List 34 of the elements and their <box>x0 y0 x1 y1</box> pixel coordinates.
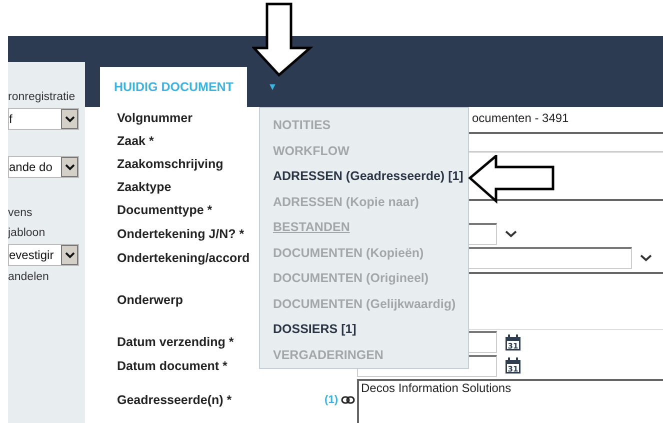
dropdown-field[interactable]: f <box>8 108 79 130</box>
dropdown-button[interactable] <box>61 245 78 265</box>
field-label: Volgnummer <box>117 111 192 125</box>
dropdown-field[interactable]: ande do <box>8 156 79 178</box>
count-link[interactable]: (1) <box>324 394 338 406</box>
sidebar-label: jabloon <box>8 226 46 241</box>
field-label: Datum verzending * <box>117 335 234 349</box>
field-label: Zaaktype <box>117 180 172 194</box>
field-label: Datum document * <box>117 358 228 372</box>
field-label: Ondertekening J/N? * <box>117 226 244 240</box>
menu-item[interactable]: DOSSIERS [1] <box>260 317 356 342</box>
tab[interactable]: HUIDIG DOCUMENT <box>100 67 248 107</box>
menu-toggle[interactable]: ▼ <box>267 82 278 92</box>
dropdown-button[interactable] <box>61 109 78 129</box>
sidebar-label: ronregistratie <box>8 90 76 105</box>
chevron-down-icon <box>64 163 74 171</box>
sidebar-label: andelen <box>8 270 50 285</box>
chevron-down-icon[interactable] <box>640 254 652 262</box>
field-label: Geadresseerde(n) * <box>117 393 232 407</box>
field-label: Zaak * <box>117 134 154 148</box>
field-label: Onderwerp <box>117 293 183 307</box>
chevron-down-icon[interactable] <box>505 230 517 238</box>
dropdown-button[interactable] <box>61 157 78 177</box>
field-label: Ondertekening/accord <box>117 250 250 264</box>
chevron-down-icon <box>64 115 74 123</box>
dropdown-field[interactable]: evestigir <box>8 244 79 266</box>
addressee-box[interactable]: Decos Information Solutions <box>357 379 663 423</box>
sidebar-label: vens <box>8 206 34 221</box>
chevron-down-icon <box>64 251 74 259</box>
menu-item[interactable]: ADRESSEN (Geadresseerde) [1] <box>260 164 464 190</box>
link-icon <box>341 396 355 404</box>
field-value: ocumenten - 3491 <box>471 111 569 125</box>
field-label: Zaakomschrijving <box>117 156 224 170</box>
field-label: Documenttype * <box>117 203 212 217</box>
